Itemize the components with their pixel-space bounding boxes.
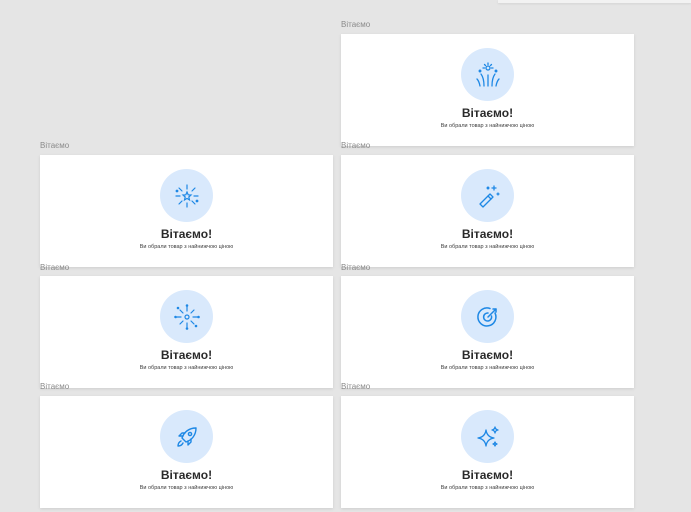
- congrats-card[interactable]: Вітаємо! Ви обрали товар з найнижчою цін…: [40, 396, 333, 508]
- icon-circle: [160, 410, 213, 463]
- card-title: Вітаємо!: [461, 106, 514, 120]
- icon-circle: [160, 169, 213, 222]
- frame-label[interactable]: Вітаємо: [40, 263, 69, 272]
- congrats-card[interactable]: Вітаємо! Ви обрали товар з найнижчою цін…: [341, 396, 634, 508]
- frame-label[interactable]: Вітаємо: [341, 20, 370, 29]
- frame-label[interactable]: Вітаємо: [40, 141, 69, 150]
- card-subtitle: Ви обрали товар з найнижчою ціною: [440, 244, 535, 250]
- congrats-card[interactable]: Вітаємо! Ви обрали товар з найнижчою цін…: [40, 155, 333, 267]
- target-arrow-icon: [476, 306, 497, 327]
- icon-circle: [461, 48, 514, 101]
- sparkler-icon: [173, 303, 200, 330]
- card-subtitle: Ви обрали товар з найнижчою ціною: [440, 365, 535, 371]
- magic-wand-icon: [478, 184, 500, 208]
- rocket-icon: [176, 426, 197, 447]
- congrats-card[interactable]: Вітаємо! Ви обрали товар з найнижчою цін…: [341, 276, 634, 388]
- card-subtitle: Ви обрали товар з найнижчою ціною: [139, 244, 234, 250]
- card-title: Вітаємо!: [160, 227, 213, 241]
- frame-label[interactable]: Вітаємо: [341, 263, 370, 272]
- fireworks-icon: [475, 61, 500, 87]
- card-subtitle: Ви обрали товар з найнижчою ціною: [139, 485, 234, 491]
- frame-label[interactable]: Вітаємо: [341, 141, 370, 150]
- canvas-top-edge: [498, 0, 691, 3]
- icon-circle: [461, 169, 514, 222]
- card-title: Вітаємо!: [461, 227, 514, 241]
- star-burst-icon: [174, 183, 199, 208]
- congrats-card[interactable]: Вітаємо! Ви обрали товар з найнижчою цін…: [341, 155, 634, 267]
- card-title: Вітаємо!: [160, 348, 213, 362]
- frame-label[interactable]: Вітаємо: [341, 382, 370, 391]
- icon-circle: [461, 410, 514, 463]
- card-title: Вітаємо!: [160, 468, 213, 482]
- card-title: Вітаємо!: [461, 348, 514, 362]
- card-subtitle: Ви обрали товар з найнижчою ціною: [440, 123, 535, 129]
- card-title: Вітаємо!: [461, 468, 514, 482]
- icon-circle: [461, 290, 514, 343]
- sparkles-icon: [476, 425, 499, 447]
- congrats-card[interactable]: Вітаємо! Ви обрали товар з найнижчою цін…: [341, 34, 634, 146]
- frame-label[interactable]: Вітаємо: [40, 382, 69, 391]
- icon-circle: [160, 290, 213, 343]
- card-subtitle: Ви обрали товар з найнижчою ціною: [139, 365, 234, 371]
- congrats-card[interactable]: Вітаємо! Ви обрали товар з найнижчою цін…: [40, 276, 333, 388]
- card-subtitle: Ви обрали товар з найнижчою ціною: [440, 485, 535, 491]
